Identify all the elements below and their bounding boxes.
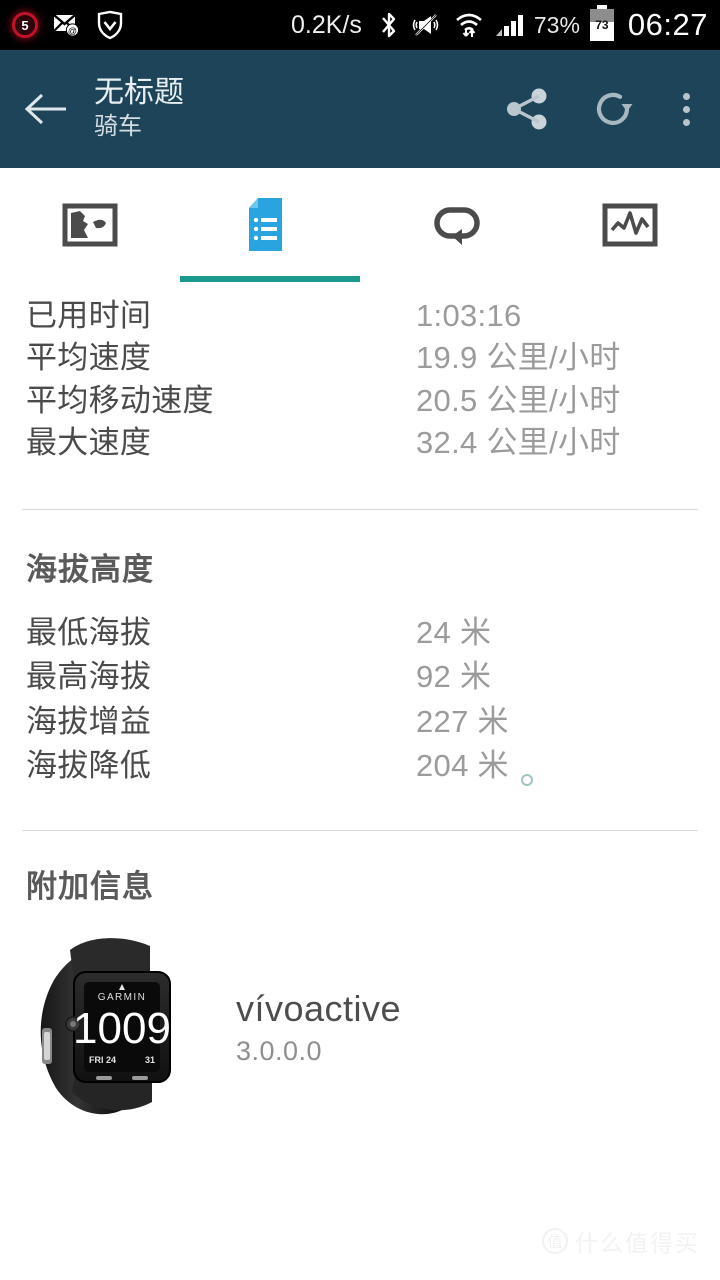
lap-loop-icon [434,207,480,245]
notification-badge-icon: 5 [12,12,38,38]
watermark: 值 什么值得买 [542,1224,700,1258]
status-bar-right-icons: 0.2K/s 73% 73 06:27 [291,5,708,43]
svg-text:@: @ [68,26,77,36]
elevation-value: 92 米 [416,659,492,695]
elevation-row: 最高海拔 92 米 [26,657,694,697]
elevation-label: 最低海拔 [26,615,152,651]
stat-value: 20.5 公里/小时 [416,382,621,418]
stat-label: 平均移动速度 [26,382,214,418]
refresh-button[interactable] [587,82,641,136]
elevation-row: 海拔降低 204 米 [26,746,694,787]
elevation-marker-dot [520,774,533,787]
stat-row: 平均移动速度 20.5 公里/小时 [26,381,694,421]
device-info: GARMIN 1009 FRI 24 31 vívoactive 3.0.0.0 [0,920,720,1145]
back-button[interactable] [22,91,84,127]
clock-label: 06:27 [627,7,708,42]
shield-icon [96,10,124,40]
tab-details[interactable] [180,168,360,282]
stat-label: 平均速度 [26,340,152,376]
app-root: 5 @ 0.2K/s 73% 73 06:27 无标题 骑车 已用时间 1:03… [0,0,720,1280]
page-title: 无标题 [94,75,184,109]
overflow-menu-button[interactable] [675,89,698,130]
watermark-text: 什么值得买 [575,1231,700,1256]
stat-label: 最大速度 [26,424,152,460]
stat-label: 已用时间 [26,298,152,333]
watermark-logo-icon: 值 [542,1228,568,1254]
status-bar-left-icons: 5 @ [12,10,124,40]
mail-at-icon: @ [52,12,82,38]
bluetooth-icon [378,9,400,41]
tab-charts[interactable] [540,168,720,282]
svg-text:1009: 1009 [73,1004,171,1053]
tab-map[interactable] [0,168,180,282]
device-version: 3.0.0.0 [236,1036,323,1067]
stat-row: 已用时间 1:03:16 [26,296,694,336]
elevation-value: 24 米 [416,615,492,651]
svg-text:FRI 24: FRI 24 [89,1055,116,1065]
device-text-block: vívoactive 3.0.0.0 [236,988,401,1077]
stat-row: 平均速度 19.9 公里/小时 [26,338,694,378]
map-icon [62,203,118,247]
document-list-icon [249,198,282,251]
arrow-left-icon [24,93,66,125]
stat-value: 32.4 公里/小时 [416,424,621,460]
cell-signal-icon [494,12,524,38]
stat-value: 1:03:16 [416,298,522,333]
elevation-value: 227 米 [416,703,509,739]
elevation-row: 海拔增益 227 米 [26,702,694,742]
tab-laps[interactable] [360,168,540,282]
stat-row: 最大速度 32.4 公里/小时 [26,423,694,463]
stat-value: 19.9 公里/小时 [416,340,621,376]
elevation-section-title: 海拔高度 [26,552,154,588]
battery-icon: 73 [589,5,614,41]
elevation-label: 最高海拔 [26,659,152,695]
elevation-value: 204 米 [416,746,694,787]
elevation-value-text: 204 米 [416,748,509,784]
elevation-label: 海拔增益 [26,703,152,739]
battery-percent-label: 73% [533,11,580,38]
wifi-icon [454,10,484,40]
svg-text:GARMIN: GARMIN [98,992,146,1003]
elevation-label: 海拔降低 [26,748,152,784]
battery-icon-label: 73 [595,18,609,32]
share-button[interactable] [501,83,553,135]
header-titles: 无标题 骑车 [84,76,501,143]
additional-info-title: 附加信息 [26,869,154,905]
more-vertical-icon [683,92,690,100]
share-icon [507,88,547,130]
additional-info-section: 附加信息 [0,831,720,906]
device-name: vívoactive [236,988,402,1030]
header-actions [501,82,702,136]
status-bar: 5 @ 0.2K/s 73% 73 06:27 [0,0,720,50]
app-header: 无标题 骑车 [0,50,720,168]
refresh-icon [596,92,633,126]
line-chart-icon [602,203,658,247]
elevation-section: 海拔高度 最低海拔 24 米 最高海拔 92 米 海拔增益 227 米 海拔降低… [0,510,720,787]
svg-text:31: 31 [145,1055,155,1065]
summary-stats: 已用时间 1:03:16 平均速度 19.9 公里/小时 平均移动速度 20.5… [0,282,720,463]
elevation-row: 最低海拔 24 米 [26,613,694,653]
page-subtitle: 骑车 [94,114,142,141]
network-speed-label: 0.2K/s [291,10,362,39]
mute-vibrate-icon [410,11,444,39]
garmin-vivoactive-watch-photo: GARMIN 1009 FRI 24 31 [26,920,206,1145]
tab-bar [0,168,720,282]
